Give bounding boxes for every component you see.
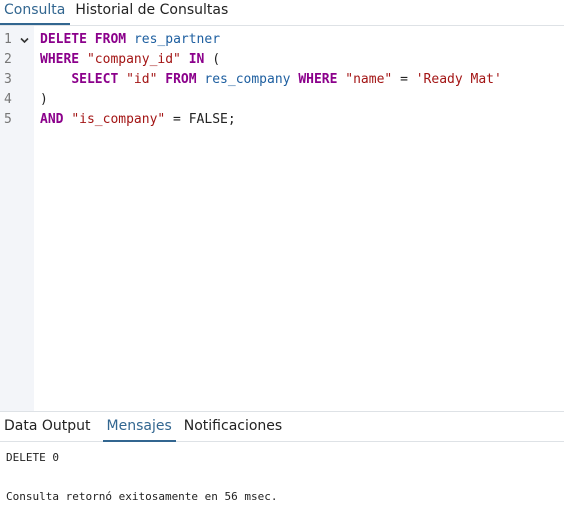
tab-mensajes[interactable]: Mensajes xyxy=(102,412,176,442)
line-number-label: 2 xyxy=(4,52,12,67)
line-number-gutter: 1 2 3 4 5 xyxy=(0,26,34,411)
tab-historial-de-consultas[interactable]: Historial de Consultas xyxy=(70,0,233,25)
code-token: "name" xyxy=(345,72,393,87)
chevron-down-icon[interactable] xyxy=(20,37,29,44)
line-number: 3 xyxy=(0,70,34,90)
sql-editor[interactable]: 12345 DELETE FROM res_partner WHERE "comp… xyxy=(0,26,564,411)
query-tab-bar: Consulta Historial de Consultas xyxy=(0,0,564,26)
code-line: WHERE "company_id" IN ( xyxy=(40,50,220,70)
line-number: 2 xyxy=(0,50,34,70)
code-token: "company_id" xyxy=(86,52,181,67)
code-line: ) xyxy=(40,90,48,110)
code-token: "is_company" xyxy=(71,112,166,127)
line-number-label: 4 xyxy=(4,92,12,107)
results-tab-bar: Data Output Mensajes Notificaciones xyxy=(0,411,564,442)
code-token: FROM xyxy=(165,72,197,87)
code-line: SELECT "id" FROM res_company WHERE "name… xyxy=(40,70,502,90)
code-token: WHERE xyxy=(40,52,80,67)
code-line: AND "is_company" = FALSE; xyxy=(40,110,236,130)
line-number-label: 1 xyxy=(4,32,12,47)
code-token: ( xyxy=(204,52,221,67)
code-token: IN xyxy=(188,52,205,67)
code-token: res_partner xyxy=(133,32,221,47)
line-number: 1 xyxy=(0,30,34,50)
code-token: = xyxy=(392,72,416,87)
code-token: DELETE xyxy=(40,32,87,47)
line-number: 4 xyxy=(0,90,34,110)
code-token: ) xyxy=(40,92,48,107)
tab-notificaciones[interactable]: Notificaciones xyxy=(180,412,286,442)
code-area[interactable]: DELETE FROM res_partner WHERE "company_id… xyxy=(40,26,564,411)
code-token: SELECT xyxy=(71,72,119,87)
message-success: Consulta retornó exitosamente en 56 msec… xyxy=(6,490,278,503)
messages-panel: DELETE 0 Consulta retornó exitosamente e… xyxy=(0,442,564,531)
line-number-label: 5 xyxy=(4,112,12,127)
code-token: = FALSE; xyxy=(165,112,236,127)
code-token: AND xyxy=(40,112,64,127)
line-number: 5 xyxy=(0,110,34,130)
code-token: FROM xyxy=(94,32,127,47)
message-delete-result: DELETE 0 xyxy=(6,451,59,464)
code-line: DELETE FROM res_partner xyxy=(40,30,220,50)
tab-consulta[interactable]: Consulta xyxy=(0,0,71,25)
code-token: res_company xyxy=(204,72,291,87)
line-number-label: 3 xyxy=(4,72,12,87)
code-token: 'Ready Mat' xyxy=(415,72,502,87)
code-token: WHERE xyxy=(298,72,338,87)
code-token: "id" xyxy=(126,72,158,87)
tab-data-output[interactable]: Data Output xyxy=(0,412,95,442)
